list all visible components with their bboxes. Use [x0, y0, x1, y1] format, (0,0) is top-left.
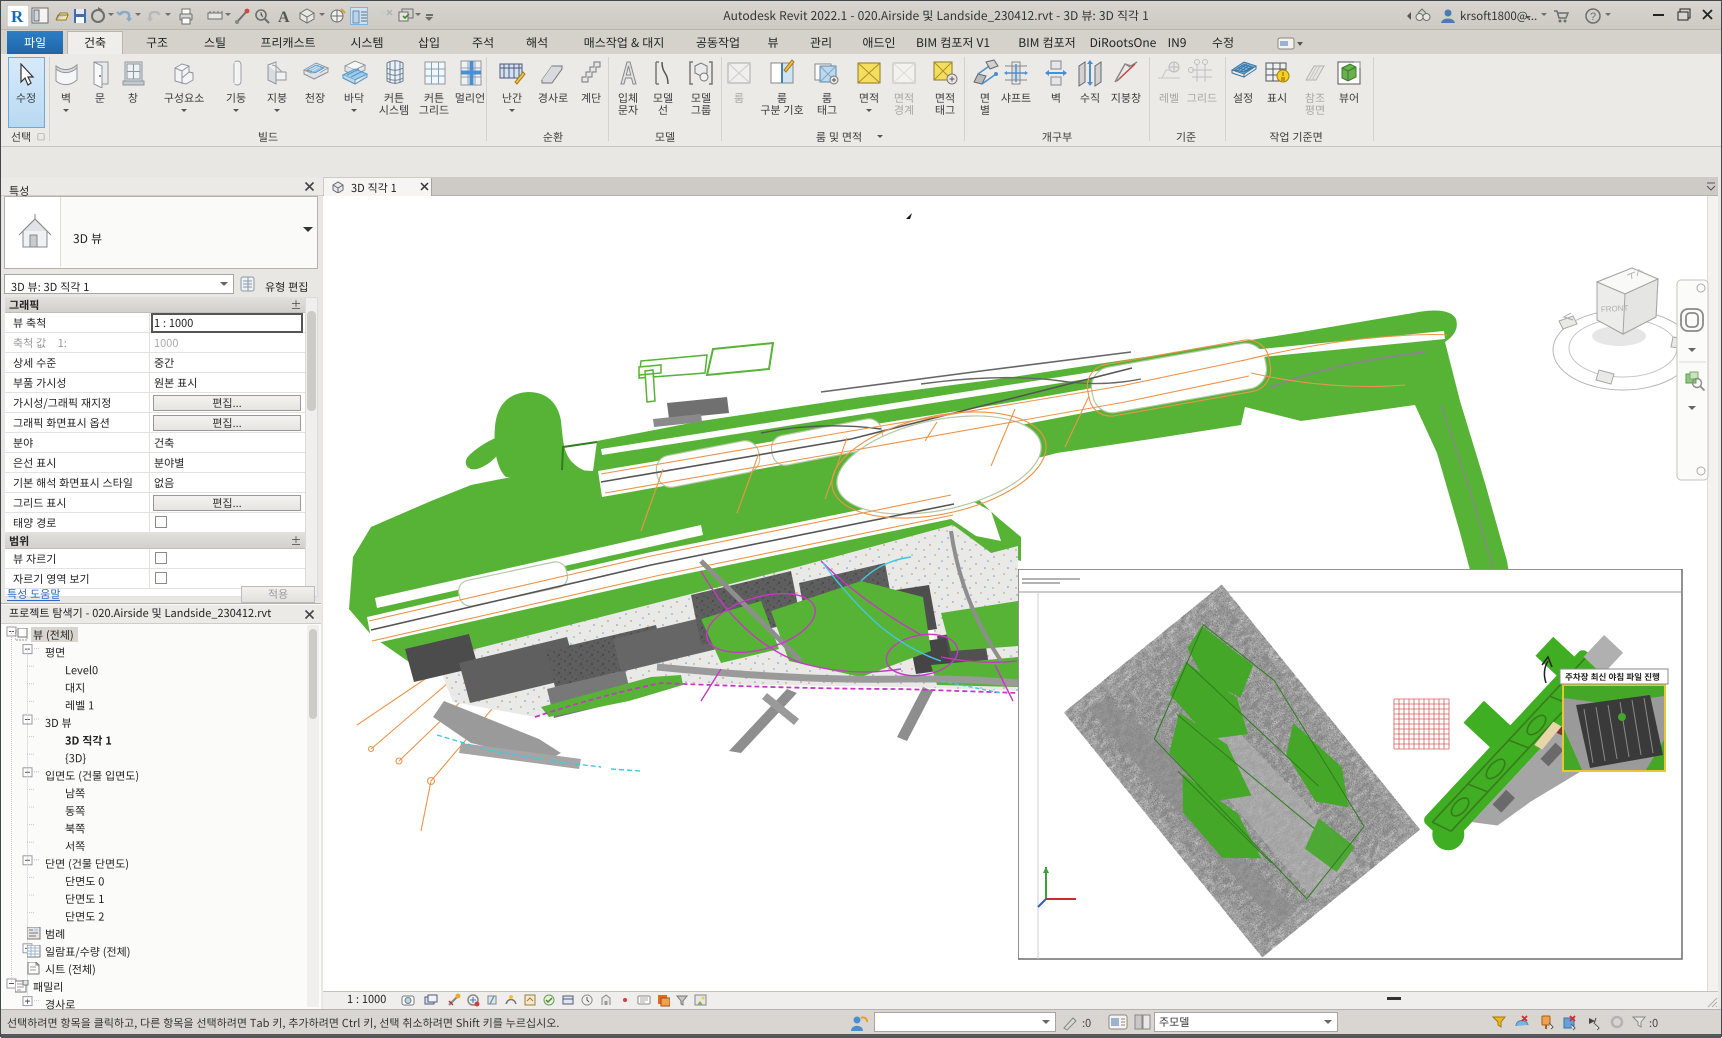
- svg-text:R: R: [11, 7, 24, 26]
- svg-text:A: A: [278, 9, 290, 25]
- svg-text:?: ?: [1590, 11, 1596, 23]
- svg-text:FRONT: FRONT: [1601, 304, 1629, 314]
